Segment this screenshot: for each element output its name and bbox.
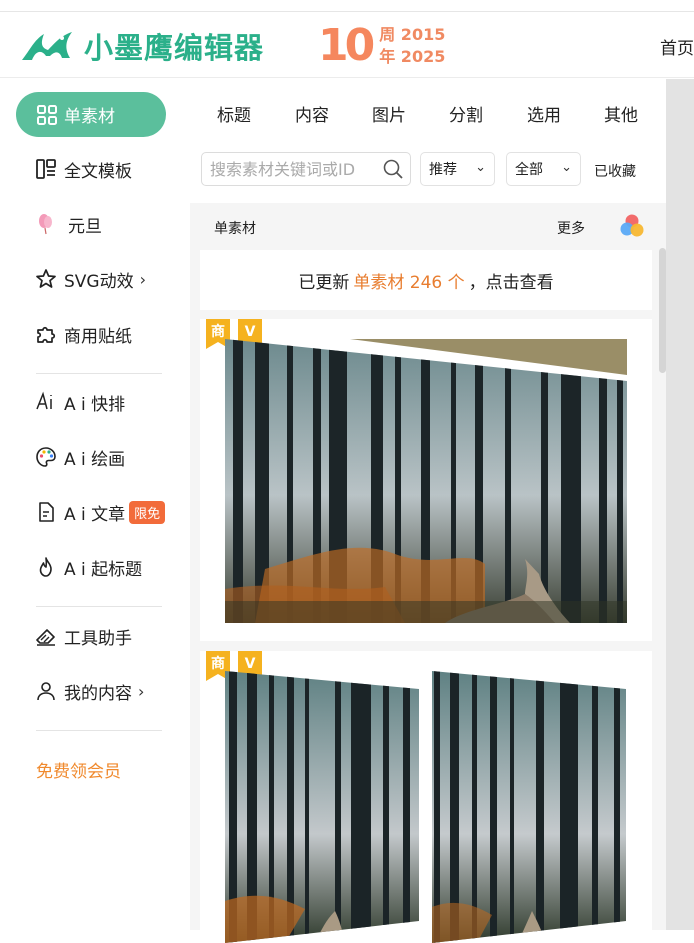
search-input[interactable]: [210, 158, 375, 180]
right-gutter: [666, 79, 694, 930]
sidebar-item-templates[interactable]: 全文模板: [34, 154, 132, 184]
sidebar-divider: [36, 730, 162, 731]
grid-icon: [37, 104, 57, 125]
anniversary-years: 周 2015 年 2025: [379, 24, 445, 68]
sidebar-divider: [36, 373, 162, 374]
material-card[interactable]: 商 V: [200, 651, 652, 943]
forest-image-skewed: [225, 339, 627, 623]
commercial-tag-label: 商: [211, 655, 225, 672]
fire-icon: [39, 557, 52, 577]
chevron-right-icon: ›: [139, 269, 146, 289]
sidebar-item-stickers[interactable]: 商用贴纸: [34, 319, 132, 349]
anniversary-badge: 10 周 2015 年 2025: [318, 20, 468, 72]
sidebar-item-single-material[interactable]: 单素材: [16, 92, 166, 137]
sidebar-item-label: 商用贴纸: [64, 326, 132, 347]
scrollbar-thumb[interactable]: [659, 248, 666, 373]
chevron-down-icon: ⌄: [475, 160, 486, 175]
category-tabs: 标题 内容 图片 分割 选用 其他: [190, 79, 666, 145]
sidebar-item-ai-drawing[interactable]: A i 绘画: [34, 442, 125, 472]
tab-title[interactable]: 标题: [217, 101, 251, 126]
eraser-icon: [36, 629, 55, 646]
sidebar-item-new-year[interactable]: 元旦: [34, 209, 102, 239]
sidebar-divider: [36, 606, 162, 607]
puzzle-icon: [37, 326, 56, 343]
sidebar-item-label: 工具助手: [64, 628, 132, 649]
browser-top-strip: [0, 0, 694, 12]
document-icon: [39, 502, 54, 522]
header: 小墨鹰编辑器 10 周 2015 年 2025 首页: [0, 12, 694, 78]
more-link[interactable]: 更多: [557, 218, 585, 238]
material-card[interactable]: 商 V: [200, 319, 652, 641]
chevron-right-icon: ›: [138, 681, 145, 701]
sidebar-item-label: A i 绘画: [64, 449, 126, 470]
update-notice[interactable]: 已更新 单素材 246 个 ，点击查看: [200, 250, 652, 310]
user-icon: [37, 682, 55, 701]
notice-suffix: ，点击查看: [468, 272, 554, 293]
sidebar: 单素材 全文模板 元旦 SVG动效 › 商用贴纸 A i 快排 A i 绘画 A…: [0, 79, 190, 930]
sidebar-item-my-content[interactable]: 我的内容 ›: [34, 676, 144, 706]
search-box: [201, 152, 411, 186]
filter-bar: 推荐 ⌄ 全部 ⌄ 已收藏: [190, 145, 666, 203]
sidebar-item-ai-title[interactable]: A i 起标题: [34, 552, 142, 582]
notice-highlight: 单素材 246 个: [353, 272, 465, 293]
tab-selected[interactable]: 选用: [527, 101, 561, 126]
home-link[interactable]: 首页: [660, 34, 694, 59]
sidebar-item-svg-animation[interactable]: SVG动效 ›: [34, 264, 146, 294]
sidebar-item-label: 我的内容: [64, 683, 132, 704]
sidebar-item-label: 元旦: [68, 216, 102, 237]
search-icon[interactable]: [382, 158, 404, 180]
sidebar-item-label: A i 快排: [64, 394, 126, 415]
forest-image-right: [432, 671, 626, 943]
vip-tag-label: V: [245, 656, 256, 672]
ai-icon: [36, 391, 52, 410]
tab-other[interactable]: 其他: [604, 101, 638, 126]
anniversary-line-1: 周 2015: [379, 25, 446, 44]
tab-image[interactable]: 图片: [372, 101, 406, 126]
commercial-tag-label: 商: [211, 323, 225, 340]
sidebar-item-label: A i 起标题: [64, 559, 143, 580]
tab-divider[interactable]: 分割: [449, 101, 483, 126]
sort-dropdown[interactable]: 推荐 ⌄: [420, 152, 495, 186]
scope-dropdown-value: 全部: [515, 162, 543, 178]
section-header: 单素材 更多: [200, 205, 656, 247]
free-vip-link[interactable]: 免费领会员: [36, 757, 121, 782]
chevron-down-icon: ⌄: [561, 160, 572, 175]
notice-prefix: 已更新: [298, 272, 350, 293]
star-icon: [36, 269, 56, 288]
sidebar-item-label: SVG动效: [64, 271, 134, 292]
palette-icon: [36, 447, 56, 467]
balloon-icon: [39, 214, 52, 235]
color-palette-icon[interactable]: [618, 212, 646, 240]
anniversary-line-2: 年 2025: [379, 47, 446, 66]
sidebar-item-ai-layout[interactable]: A i 快排: [34, 387, 125, 417]
forest-image-left: [225, 671, 419, 943]
section-title: 单素材: [214, 221, 256, 237]
logo-text: 小墨鹰编辑器: [84, 31, 265, 65]
sidebar-item-label: 全文模板: [64, 161, 132, 182]
anniversary-number: 10: [318, 20, 375, 71]
vip-tag-label: V: [245, 324, 256, 340]
collected-link[interactable]: 已收藏: [594, 161, 636, 181]
sidebar-item-tools[interactable]: 工具助手: [34, 621, 132, 651]
eagle-logo-icon: [22, 32, 72, 60]
sidebar-item-label: A i 文章: [64, 504, 126, 525]
template-icon: [36, 159, 56, 179]
sidebar-item-label: 单素材: [64, 107, 115, 127]
sidebar-item-ai-article[interactable]: A i 文章 限免: [34, 497, 166, 527]
limited-free-badge: 限免: [129, 500, 166, 524]
sort-dropdown-value: 推荐: [429, 162, 457, 178]
logo[interactable]: 小墨鹰编辑器: [20, 26, 290, 66]
material-panel: 标题 内容 图片 分割 选用 其他 推荐 ⌄ 全部 ⌄ 已收藏 单素材 更多: [190, 79, 666, 943]
scope-dropdown[interactable]: 全部 ⌄: [506, 152, 581, 186]
tab-content[interactable]: 内容: [295, 101, 329, 126]
